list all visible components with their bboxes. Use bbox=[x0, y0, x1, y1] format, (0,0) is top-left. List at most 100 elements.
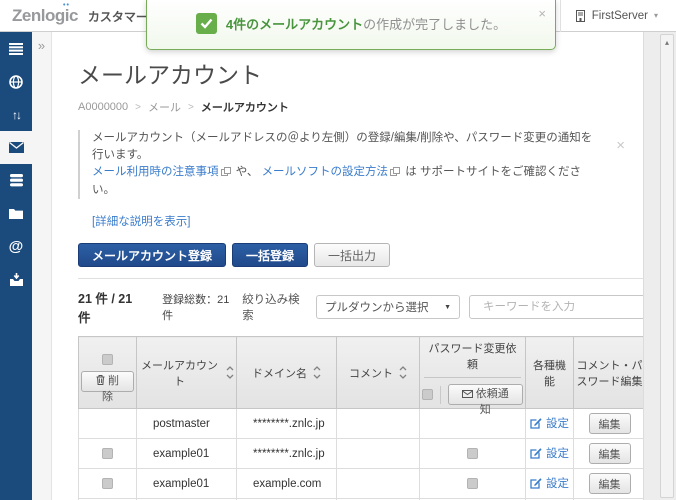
mail-notes-link[interactable]: メール利用時の注意事項 bbox=[92, 166, 219, 178]
result-count: 21 件 / 21 件 bbox=[78, 292, 133, 325]
domain-cell: example.com bbox=[236, 468, 337, 499]
info-close-icon[interactable]: × bbox=[616, 138, 625, 153]
toast-rest: の作成が完了しました。 bbox=[363, 17, 507, 32]
mail-icon bbox=[8, 142, 24, 153]
folder-icon bbox=[9, 209, 23, 219]
password-request-checkbox[interactable] bbox=[467, 447, 478, 459]
account-menu[interactable]: FirstServer ▾ bbox=[559, 0, 676, 32]
settings-link[interactable]: 設定 bbox=[530, 415, 569, 431]
info-joiner: や、 bbox=[235, 166, 259, 178]
row-select-cell bbox=[78, 408, 137, 439]
bulk-export-button[interactable]: 一括出力 bbox=[314, 243, 391, 267]
delete-button-label: 削除 bbox=[102, 374, 120, 403]
edit-settings-icon bbox=[530, 478, 542, 489]
row-select-checkbox[interactable] bbox=[102, 447, 113, 459]
show-detail-link[interactable]: [詳細な説明を表示] bbox=[92, 213, 190, 229]
filter-dropdown-value: プルダウンから選択 bbox=[325, 302, 429, 314]
sort-account-control[interactable] bbox=[226, 365, 234, 380]
right-gutter: ▴ bbox=[643, 32, 676, 500]
delete-header-cell: 削除 bbox=[78, 336, 137, 409]
row-select-checkbox[interactable] bbox=[102, 477, 113, 489]
settings-link[interactable]: 設定 bbox=[530, 475, 569, 491]
external-link-icon bbox=[390, 165, 401, 182]
filter-row: 21 件 / 21 件 登録総数：21 件 絞り込み検索 プルダウンから選択 ▼ bbox=[78, 288, 643, 326]
keyword-search-box bbox=[469, 295, 643, 319]
password-request-cell bbox=[419, 438, 526, 469]
action-buttons: メールアカウント登録 一括登録 一括出力 bbox=[78, 243, 643, 267]
zenlogic-logo: Zenlogic •• bbox=[12, 1, 78, 25]
mail-setup-link[interactable]: メールソフトの設定方法 bbox=[262, 166, 389, 178]
install-icon bbox=[9, 273, 23, 286]
password-request-select-all-checkbox[interactable] bbox=[422, 389, 433, 400]
request-notify-button[interactable]: 依頼通知 bbox=[447, 384, 523, 416]
chevron-down-icon: ▾ bbox=[653, 11, 658, 20]
sidebar-item-web[interactable]: @ bbox=[0, 230, 32, 263]
register-mail-account-button[interactable]: メールアカウント登録 bbox=[78, 243, 227, 267]
main-content: メールアカウント A0000000 > メール > メールアカウント メールアカ… bbox=[52, 32, 643, 500]
settings-link[interactable]: 設定 bbox=[530, 445, 569, 461]
edit-button[interactable]: 編集 bbox=[588, 473, 631, 494]
password-request-checkbox[interactable] bbox=[467, 477, 478, 489]
mail-account-table: 削除 メールアカウント ドメイン名 コメント パスワード変更依頼 依頼通知 各種… bbox=[78, 336, 643, 500]
settings-label: 設定 bbox=[546, 478, 569, 490]
header-divider bbox=[439, 385, 441, 404]
edit-button[interactable]: 編集 bbox=[588, 443, 631, 464]
info-line1: メールアカウント（メールアドレスの＠より左側）の登録/編集/削除や、パスワード変… bbox=[92, 132, 593, 161]
account-cell: example01 bbox=[136, 468, 237, 499]
bulk-register-button[interactable]: 一括登録 bbox=[232, 243, 309, 267]
success-toast: 4件のメールアカウントの作成が完了しました。 × bbox=[146, 0, 556, 50]
sidebar-item-domain[interactable] bbox=[0, 65, 32, 98]
database-icon bbox=[9, 174, 23, 187]
sort-domain-control[interactable] bbox=[313, 365, 321, 380]
delete-button[interactable]: 削除 bbox=[81, 370, 134, 403]
sidebar-expand-toggle[interactable]: » bbox=[32, 32, 51, 53]
toast-close-icon[interactable]: × bbox=[538, 7, 546, 20]
comment-cell bbox=[336, 438, 420, 469]
scroll-up-arrow-icon[interactable]: ▴ bbox=[661, 35, 673, 47]
domain-column-header: ドメイン名 bbox=[236, 336, 337, 409]
edit-cell: 編集 bbox=[573, 408, 643, 439]
edit-button-label: 編集 bbox=[598, 418, 621, 431]
edit-settings-icon bbox=[530, 448, 542, 459]
comment-column-header: コメント bbox=[336, 336, 420, 409]
sidebar-rail: » bbox=[32, 32, 52, 500]
sidebar-item-files[interactable] bbox=[0, 197, 32, 230]
envelope-icon bbox=[461, 390, 473, 398]
breadcrumb-account-id[interactable]: A0000000 bbox=[78, 101, 128, 113]
column-label: メールアカウント bbox=[141, 359, 218, 388]
domain-cell: ********.znlc.jp bbox=[236, 438, 337, 469]
account-cell: example01 bbox=[136, 438, 237, 469]
transfer-icon: ↑↓ bbox=[12, 107, 22, 122]
brand-suffix: カスタマー bbox=[87, 9, 148, 24]
comment-cell bbox=[336, 468, 420, 499]
dropdown-caret-icon: ▼ bbox=[444, 303, 451, 311]
sidebar-item-install[interactable] bbox=[0, 263, 32, 296]
menu-icon bbox=[9, 42, 23, 55]
sidebar-item-mail[interactable] bbox=[0, 131, 32, 164]
select-all-checkbox[interactable] bbox=[102, 353, 113, 365]
logo-dots-icon: •• bbox=[63, 1, 70, 9]
breadcrumb-mail[interactable]: メール bbox=[148, 99, 181, 115]
edit-button[interactable]: 編集 bbox=[588, 413, 631, 434]
toast-highlight: 4件のメールアカウント bbox=[225, 17, 364, 32]
settings-label: 設定 bbox=[546, 418, 569, 430]
sidebar-item-menu[interactable] bbox=[0, 32, 32, 65]
sort-comment-control[interactable] bbox=[399, 365, 407, 380]
sidebar-item-database[interactable] bbox=[0, 164, 32, 197]
keyword-search-input[interactable] bbox=[483, 301, 637, 313]
globe-icon bbox=[9, 74, 23, 89]
filter-dropdown[interactable]: プルダウンから選択 ▼ bbox=[316, 295, 460, 319]
functions-cell: 設定 bbox=[525, 408, 574, 439]
table-row: example01 example.com 設定 編集 bbox=[78, 468, 643, 499]
row-select-cell bbox=[78, 468, 137, 499]
page-title: メールアカウント bbox=[78, 62, 262, 88]
sidebar-item-transfer[interactable]: ↑↓ bbox=[0, 98, 32, 131]
functions-cell: 設定 bbox=[525, 468, 574, 499]
breadcrumb: A0000000 > メール > メールアカウント bbox=[78, 99, 643, 115]
external-link-icon bbox=[220, 165, 231, 182]
edit-button-label: 編集 bbox=[598, 448, 621, 461]
vertical-scrollbar[interactable]: ▴ bbox=[660, 34, 674, 498]
edit-button-label: 編集 bbox=[598, 478, 621, 491]
column-label: 各種機能 bbox=[533, 359, 566, 388]
functions-column-header: 各種機能 bbox=[525, 336, 574, 409]
